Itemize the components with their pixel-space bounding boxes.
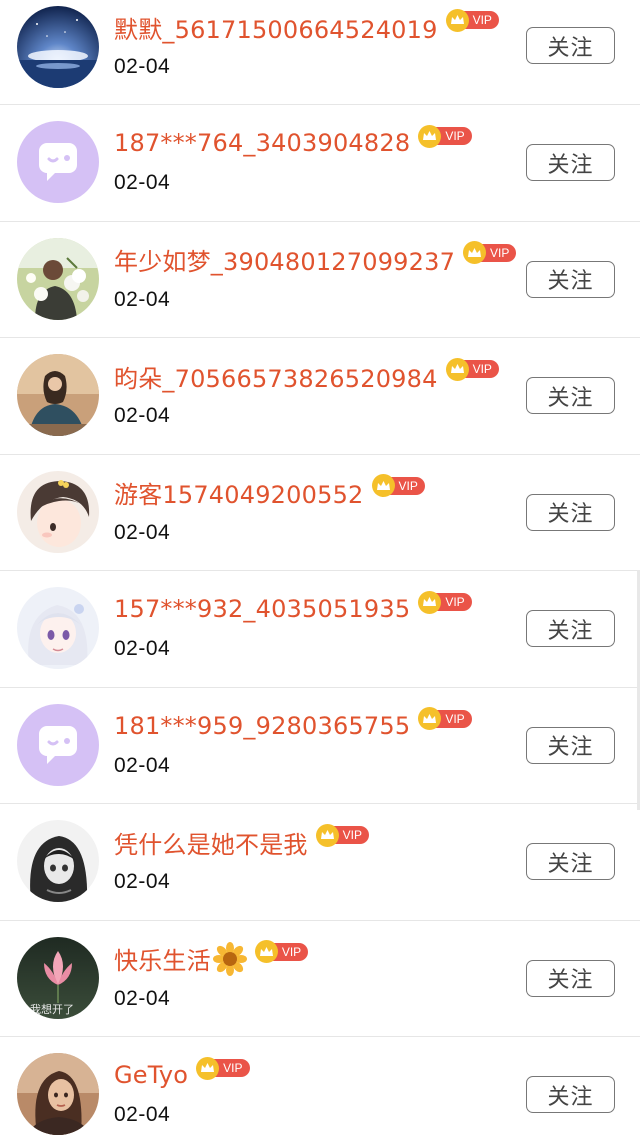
follow-button[interactable]: 关注 xyxy=(526,377,615,414)
list-item[interactable]: 凭什么是她不是我 VIP 02-04 关注 xyxy=(0,804,640,921)
vip-badge: VIP xyxy=(445,8,499,32)
date-label: 02-04 xyxy=(114,171,171,194)
avatar[interactable] xyxy=(17,820,99,902)
vip-badge: VIP xyxy=(196,1056,250,1080)
date-label: 02-04 xyxy=(114,287,171,311)
date-label: 02-04 xyxy=(114,1103,171,1126)
follow-button[interactable]: 关注 xyxy=(526,843,615,880)
follow-button[interactable]: 关注 xyxy=(526,260,615,298)
avatar[interactable] xyxy=(17,587,99,669)
man-with-flowers-avatar-image xyxy=(17,237,99,320)
list-item[interactable]: 181***959_9280365755 VIP 02-04 关注 xyxy=(0,688,640,804)
default-chat-avatar-image xyxy=(17,121,99,203)
date-label: 02-04 xyxy=(114,870,171,893)
dark-anime-girl-avatar-image xyxy=(17,820,99,902)
avatar[interactable] xyxy=(17,703,99,786)
vip-badge: VIP xyxy=(371,474,425,497)
crown-icon xyxy=(445,8,469,32)
list-item[interactable]: 昀朵_70566573826520984 VIP 02-04 关注 xyxy=(0,338,640,455)
username[interactable]: 187***764_3403904828 xyxy=(114,129,410,157)
crown-icon xyxy=(254,940,278,963)
avatar[interactable] xyxy=(17,1053,99,1135)
avatar[interactable]: 我想开了 xyxy=(17,936,99,1019)
crown-icon xyxy=(445,357,469,381)
username[interactable]: 157***932_4035051935 xyxy=(114,595,410,623)
username[interactable]: 凭什么是她不是我 xyxy=(114,825,308,860)
vip-badge: VIP xyxy=(463,241,517,264)
crown-icon xyxy=(196,1056,220,1080)
list-item[interactable]: 默默_56171500664524019 VIP 02-04 关注 xyxy=(0,0,640,105)
username[interactable]: 快乐生活 xyxy=(114,941,211,976)
date-label: 02-04 xyxy=(114,986,171,1010)
list-item[interactable]: 游客1574049200552 VIP 02-04 关注 xyxy=(0,455,640,571)
follow-button[interactable]: 关注 xyxy=(526,1076,615,1113)
crown-icon xyxy=(463,241,487,264)
vip-badge: VIP xyxy=(418,707,472,730)
vip-badge: VIP xyxy=(418,124,472,148)
follow-button[interactable]: 关注 xyxy=(526,27,615,64)
avatar[interactable] xyxy=(17,121,99,203)
avatar[interactable] xyxy=(17,6,99,88)
default-chat-avatar-image xyxy=(17,703,99,786)
date-label: 02-04 xyxy=(114,520,171,544)
follow-button[interactable]: 关注 xyxy=(526,493,615,531)
username[interactable]: 181***959_9280365755 xyxy=(114,712,410,740)
vip-badge: VIP xyxy=(418,590,472,614)
follow-button[interactable]: 关注 xyxy=(526,610,615,647)
username[interactable]: 游客1574049200552 xyxy=(114,475,364,510)
avatar[interactable] xyxy=(17,237,99,320)
portrait-woman-avatar-image xyxy=(17,1053,99,1135)
crown-icon xyxy=(418,590,442,614)
username[interactable]: GeTyo xyxy=(114,1061,188,1089)
date-label: 02-04 xyxy=(114,55,171,78)
follow-button[interactable]: 关注 xyxy=(526,959,615,997)
list-item[interactable]: GeTyo VIP 02-04 关注 xyxy=(0,1037,640,1143)
vip-badge: VIP xyxy=(254,940,309,963)
crown-icon xyxy=(418,124,442,148)
sunflower-icon xyxy=(212,941,247,976)
sitting-girl-avatar-image xyxy=(17,354,99,436)
cartoon-girl-avatar-image xyxy=(17,470,99,553)
date-label: 02-04 xyxy=(114,404,171,427)
list-item[interactable]: 157***932_4035051935 VIP 02-04 关注 xyxy=(0,571,640,688)
username[interactable]: 昀朵_70566573826520984 xyxy=(114,359,438,394)
date-label: 02-04 xyxy=(114,637,171,660)
list-item[interactable]: 年少如梦_390480127099237 VIP 02-04 关注 xyxy=(0,222,640,338)
crown-icon xyxy=(315,823,339,847)
lotus-avatar-image: 我想开了 xyxy=(17,936,99,1019)
vip-badge: VIP xyxy=(445,357,499,381)
follower-list: 默默_56171500664524019 VIP 02-04 关注 187***… xyxy=(0,0,640,1143)
username[interactable]: 默默_56171500664524019 xyxy=(114,10,438,45)
list-item[interactable]: 我想开了 快乐生活 VIP 02-04 关注 xyxy=(0,921,640,1037)
username[interactable]: 年少如梦_390480127099237 xyxy=(114,242,455,277)
avatar[interactable] xyxy=(17,470,99,553)
anime-girl-avatar-image xyxy=(17,587,99,669)
vip-badge: VIP xyxy=(315,823,369,847)
date-label: 02-04 xyxy=(114,753,171,777)
avatar-caption: 我想开了 xyxy=(30,1002,74,1016)
crown-icon xyxy=(371,474,395,497)
avatar[interactable] xyxy=(17,354,99,436)
list-item[interactable]: 187***764_3403904828 VIP 02-04 关注 xyxy=(0,105,640,222)
night-sky-avatar-image xyxy=(17,6,99,88)
follow-button[interactable]: 关注 xyxy=(526,144,615,181)
follow-button[interactable]: 关注 xyxy=(526,726,615,764)
